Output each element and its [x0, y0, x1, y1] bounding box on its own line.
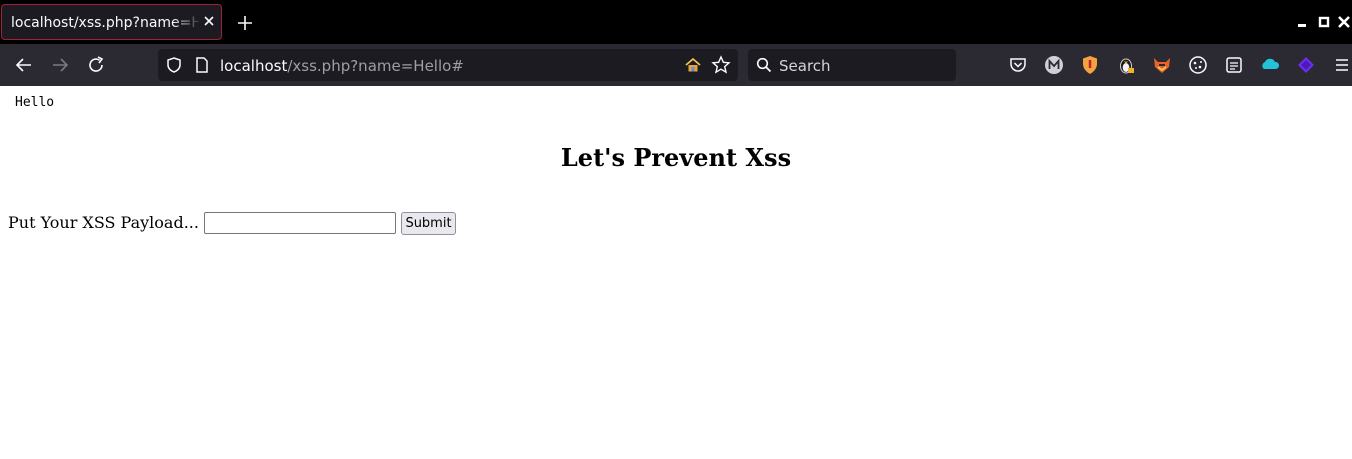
reflected-name-text: Hello: [15, 95, 55, 110]
submit-button[interactable]: Submit: [401, 212, 456, 235]
close-icon[interactable]: [199, 11, 219, 31]
tab-title-fade: [172, 5, 202, 39]
url-text[interactable]: localhost/xss.php?name=Hello#: [220, 57, 464, 75]
cloud-extension-icon[interactable]: [1259, 54, 1281, 76]
plus-icon[interactable]: [234, 12, 256, 34]
payload-label: Put Your XSS Payload...: [8, 213, 199, 232]
browser-chrome: localhost/xss.php?name=Hello#: [0, 0, 1352, 86]
reload-icon[interactable]: [84, 53, 108, 77]
window-close-icon[interactable]: [1336, 14, 1352, 30]
minimize-icon[interactable]: [1294, 14, 1310, 30]
brave-shield-extension-icon[interactable]: [1079, 54, 1101, 76]
home-icon[interactable]: [684, 56, 702, 74]
tab-active[interactable]: localhost/xss.php?name=Hello#: [1, 4, 222, 40]
maximize-icon[interactable]: [1316, 14, 1332, 30]
forward-icon[interactable]: [48, 53, 72, 77]
pocket-icon[interactable]: [1007, 54, 1029, 76]
bookmark-star-icon[interactable]: [711, 55, 731, 75]
tab-title: localhost/xss.php?name=Hello#: [11, 15, 199, 31]
diamond-extension-icon[interactable]: [1295, 54, 1317, 76]
fox-extension-icon[interactable]: [1151, 54, 1173, 76]
cookie-extension-icon[interactable]: [1187, 54, 1209, 76]
url-bar[interactable]: localhost/xss.php?name=Hello#: [158, 49, 738, 81]
back-icon[interactable]: [12, 53, 36, 77]
page-heading: Let's Prevent Xss: [560, 143, 792, 172]
page-content: Hello Let's Prevent Xss Put Your XSS Pay…: [0, 86, 1352, 459]
penguin-extension-icon[interactable]: [1115, 54, 1137, 76]
url-path: /xss.php?name=Hello#: [287, 57, 464, 75]
search-bar[interactable]: Search: [748, 49, 956, 81]
payload-input[interactable]: [204, 212, 396, 234]
search-icon: [756, 57, 772, 73]
tracking-protection-icon[interactable]: [165, 56, 183, 74]
page-info-icon[interactable]: [193, 56, 211, 74]
menu-icon[interactable]: [1331, 54, 1352, 76]
tab-strip: localhost/xss.php?name=Hello#: [0, 0, 1352, 44]
search-placeholder: Search: [779, 57, 831, 75]
reader-view-icon[interactable]: [1223, 54, 1245, 76]
url-host: localhost: [220, 57, 288, 75]
nav-toolbar: localhost/xss.php?name=Hello# Search: [0, 44, 1352, 86]
m-extension-icon[interactable]: [1043, 54, 1065, 76]
